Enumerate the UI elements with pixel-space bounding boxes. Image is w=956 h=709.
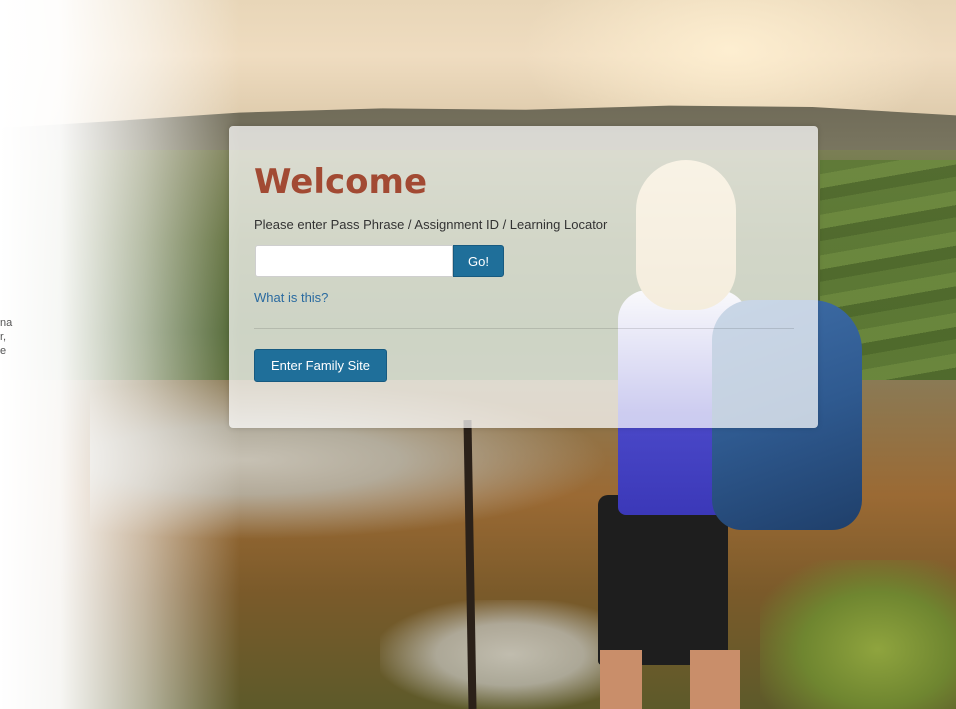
- hiker-leg: [690, 650, 740, 709]
- background-left-fade: [0, 0, 240, 709]
- left-text-line: r,: [0, 331, 7, 343]
- welcome-title: Welcome: [254, 162, 428, 202]
- what-is-this-link[interactable]: What is this?: [254, 290, 328, 305]
- left-clipped-text: na r, e: [0, 316, 18, 358]
- card-divider: [254, 328, 794, 329]
- go-button[interactable]: Go!: [453, 245, 504, 277]
- pass-phrase-input[interactable]: [255, 245, 453, 277]
- page-background: na r, e Welcome Please enter Pass Phrase…: [0, 0, 956, 709]
- hiker-shorts: [598, 495, 728, 665]
- enter-family-site-button[interactable]: Enter Family Site: [254, 349, 387, 382]
- background-ferns: [760, 560, 956, 709]
- left-text-line: e: [0, 345, 7, 357]
- welcome-card: Welcome Please enter Pass Phrase / Assig…: [229, 126, 818, 428]
- left-text-line: na: [0, 317, 13, 329]
- hiker-leg: [600, 650, 642, 709]
- pass-phrase-prompt: Please enter Pass Phrase / Assignment ID…: [254, 217, 608, 232]
